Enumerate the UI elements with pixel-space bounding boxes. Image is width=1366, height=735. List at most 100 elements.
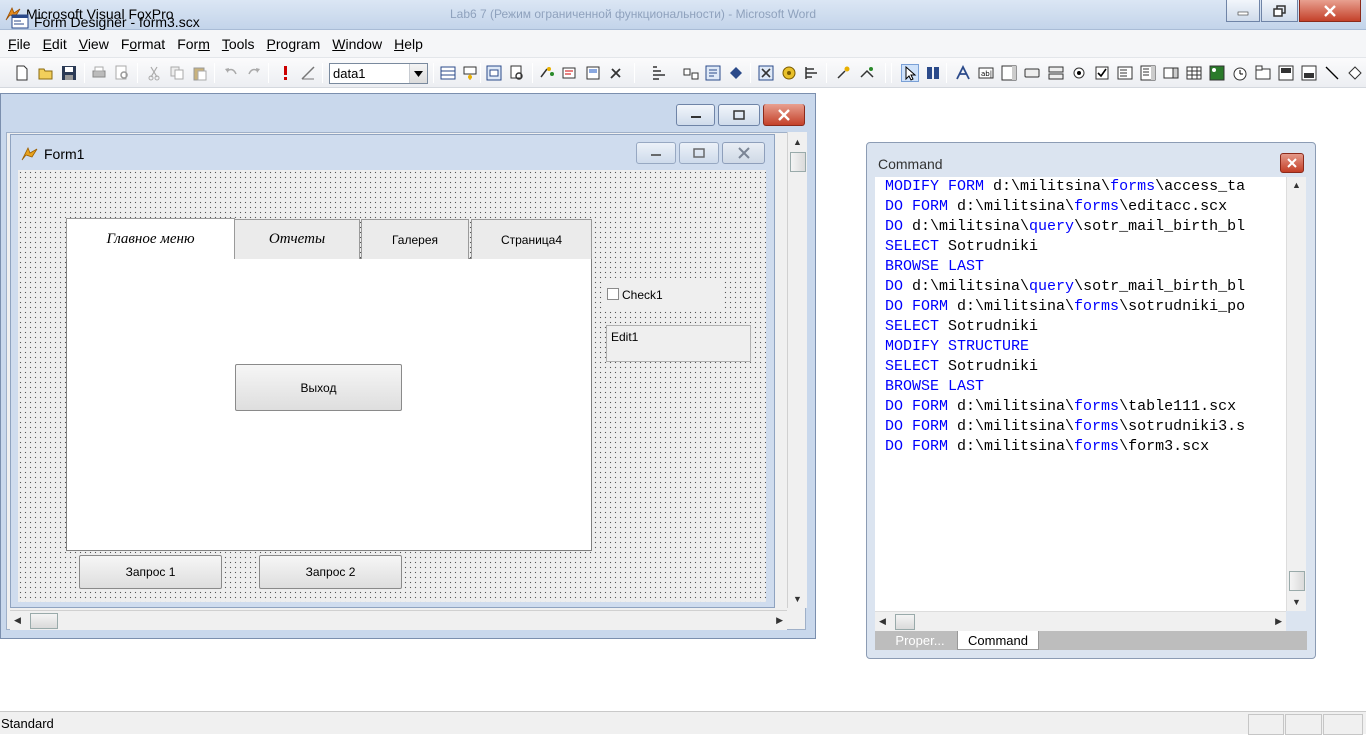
open-folder-icon[interactable]: [37, 64, 55, 82]
menu-format[interactable]: Format: [115, 30, 171, 58]
textbox-icon[interactable]: ab|: [977, 64, 995, 82]
menu-edit[interactable]: Edit: [37, 30, 73, 58]
chevron-down-icon[interactable]: [409, 64, 427, 83]
command-line[interactable]: DO d:\militsina\query\sotr_mail_birth_bl: [875, 277, 1286, 297]
checkbox-icon[interactable]: [1093, 64, 1111, 82]
redo-icon[interactable]: [245, 64, 263, 82]
scroll-left-icon[interactable]: ◀: [879, 616, 886, 627]
close-button[interactable]: [1299, 0, 1361, 22]
combobox-icon[interactable]: [1116, 64, 1134, 82]
menu-help[interactable]: Help: [388, 30, 429, 58]
image-icon[interactable]: [1208, 64, 1226, 82]
command-horizontal-scrollbar[interactable]: ◀ ▶: [875, 611, 1286, 631]
command-line[interactable]: SELECT Sotrudniki: [875, 317, 1286, 337]
properties-window-icon[interactable]: [461, 64, 479, 82]
menu-view[interactable]: View: [73, 30, 115, 58]
line-icon[interactable]: [1323, 64, 1341, 82]
command-group-icon[interactable]: [1047, 64, 1065, 82]
scroll-right-icon[interactable]: ▶: [1275, 616, 1282, 627]
command-line[interactable]: MODIFY FORM d:\militsina\forms\access_ta: [875, 177, 1286, 197]
command-window-icon[interactable]: [650, 64, 668, 82]
undo-icon[interactable]: [222, 64, 240, 82]
code-window-icon[interactable]: [485, 64, 503, 82]
fd-maximize-button[interactable]: [718, 104, 760, 126]
cut-icon[interactable]: [145, 64, 163, 82]
tab-properties[interactable]: Proper...: [883, 631, 957, 650]
tab-reports[interactable]: Отчеты: [234, 219, 360, 259]
run-icon[interactable]: [276, 64, 294, 82]
scroll-thumb[interactable]: [895, 614, 915, 630]
database-designer-icon[interactable]: [682, 64, 700, 82]
fd-horizontal-scrollbar[interactable]: ◀ ▶: [10, 610, 787, 630]
command-close-button[interactable]: [1280, 153, 1304, 173]
scroll-right-icon[interactable]: ▶: [776, 615, 783, 626]
timer-icon[interactable]: [1231, 64, 1249, 82]
oleobject-bound-icon[interactable]: [1300, 64, 1318, 82]
tab-order-icon[interactable]: [704, 64, 722, 82]
fd-minimize-button[interactable]: [676, 104, 715, 126]
label-icon[interactable]: [954, 64, 972, 82]
paste-icon[interactable]: [191, 64, 209, 82]
form1-minimize-button[interactable]: [636, 142, 676, 164]
restore-button[interactable]: [1261, 0, 1298, 22]
new-file-icon[interactable]: [13, 64, 31, 82]
query1-button[interactable]: Запрос 1: [79, 555, 222, 589]
editbox-icon[interactable]: [1000, 64, 1018, 82]
command-line[interactable]: BROWSE LAST: [875, 377, 1286, 397]
tab-main-menu[interactable]: Главное меню: [66, 218, 235, 259]
menu-program[interactable]: Program: [261, 30, 327, 58]
class-browser-icon[interactable]: [858, 64, 876, 82]
scroll-thumb[interactable]: [790, 152, 806, 172]
checkbox-check1[interactable]: Check1: [602, 278, 724, 310]
scroll-thumb[interactable]: [30, 613, 58, 629]
scroll-up-icon[interactable]: ▲: [1292, 180, 1301, 190]
menu-tools[interactable]: Tools: [216, 30, 261, 58]
command-text-area[interactable]: MODIFY FORM d:\militsina\forms\access_ta…: [875, 177, 1286, 611]
fd-close-button[interactable]: [763, 104, 805, 126]
spinner-icon[interactable]: [1162, 64, 1180, 82]
view-classes-icon[interactable]: [924, 64, 942, 82]
form1-maximize-button[interactable]: [679, 142, 719, 164]
save-icon[interactable]: [60, 64, 78, 82]
print-icon[interactable]: [90, 64, 108, 82]
menu-window[interactable]: Window: [326, 30, 388, 58]
command-button-icon[interactable]: [1023, 64, 1041, 82]
menu-file[interactable]: File: [2, 30, 37, 58]
command-line[interactable]: DO FORM d:\militsina\forms\sotrudniki3.s: [875, 417, 1286, 437]
menu-form[interactable]: Form: [171, 30, 216, 58]
command-line[interactable]: SELECT Sotrudniki: [875, 357, 1286, 377]
data-session-icon[interactable]: [439, 64, 457, 82]
command-line[interactable]: DO FORM d:\militsina\forms\sotrudniki_po: [875, 297, 1286, 317]
toolbox-icon[interactable]: [780, 64, 798, 82]
command-line[interactable]: DO d:\militsina\query\sotr_mail_birth_bl: [875, 217, 1286, 237]
connections-icon[interactable]: [727, 64, 745, 82]
command-line[interactable]: BROWSE LAST: [875, 257, 1286, 277]
scroll-left-icon[interactable]: ◀: [14, 615, 21, 626]
layout-toolbar-icon[interactable]: [561, 64, 579, 82]
form-control-toolbar-icon[interactable]: [508, 64, 526, 82]
copy-icon[interactable]: [168, 64, 186, 82]
scroll-up-icon[interactable]: ▲: [793, 137, 802, 147]
data-environment-icon[interactable]: [835, 64, 853, 82]
tab-gallery[interactable]: Галерея: [361, 219, 469, 259]
scroll-down-icon[interactable]: ▼: [1292, 597, 1301, 607]
builder-lock-icon[interactable]: [757, 64, 775, 82]
exit-button[interactable]: Выход: [235, 364, 402, 411]
shape-icon[interactable]: [1346, 64, 1364, 82]
editbox-edit1[interactable]: Edit1: [606, 325, 751, 362]
grid-icon[interactable]: [1185, 64, 1203, 82]
command-vertical-scrollbar[interactable]: ▲ ▼: [1286, 177, 1306, 611]
wizards-icon[interactable]: [803, 64, 821, 82]
command-line[interactable]: DO FORM d:\militsina\forms\form3.scx: [875, 437, 1286, 457]
form1-close-button[interactable]: [722, 142, 765, 164]
listbox-icon[interactable]: [1139, 64, 1157, 82]
oleobject-icon[interactable]: [1277, 64, 1295, 82]
select-objects-icon[interactable]: [901, 64, 919, 82]
fd-vertical-scrollbar[interactable]: ▲ ▼: [787, 132, 807, 608]
autoformat-icon[interactable]: [607, 64, 625, 82]
option-group-icon[interactable]: [1070, 64, 1088, 82]
query2-button[interactable]: Запрос 2: [259, 555, 402, 589]
scroll-down-icon[interactable]: ▼: [793, 594, 802, 604]
form-builder-icon[interactable]: [584, 64, 602, 82]
command-line[interactable]: DO FORM d:\militsina\forms\editacc.scx: [875, 197, 1286, 217]
